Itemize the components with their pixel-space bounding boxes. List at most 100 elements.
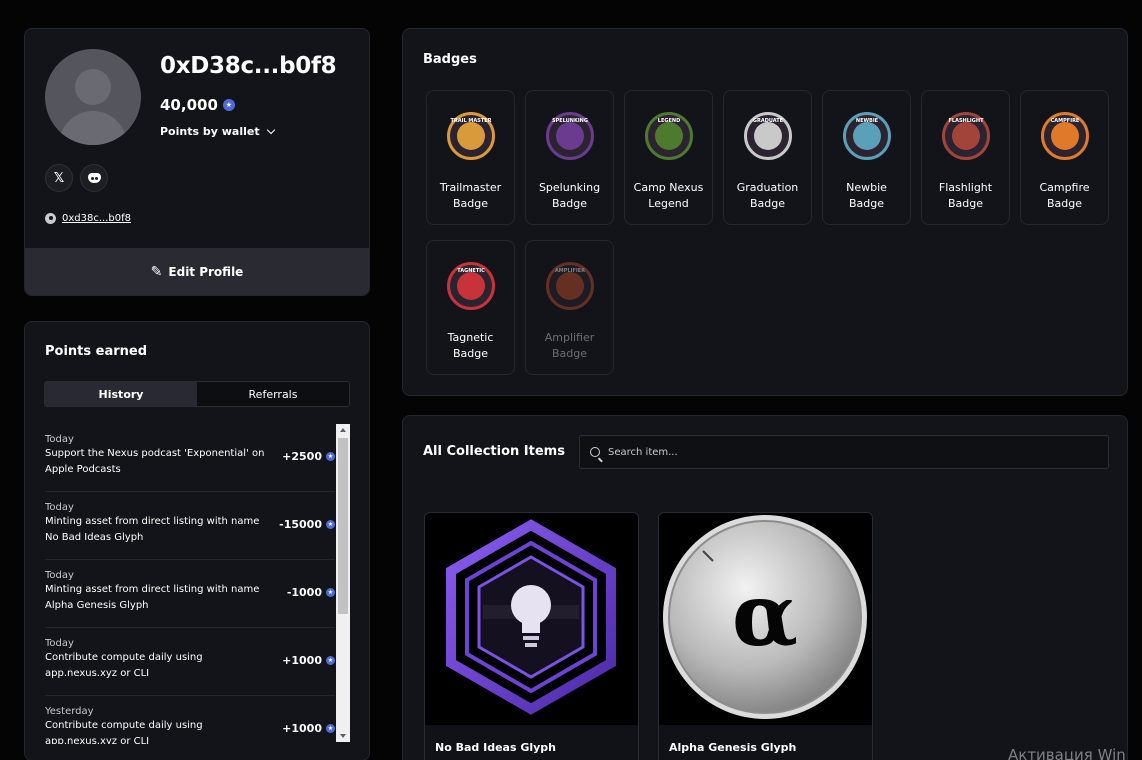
collection-item-alpha-genesis[interactable]: α Alpha Genesis Glyph bbox=[658, 512, 873, 760]
item-name: No Bad Ideas Glyph bbox=[435, 741, 557, 754]
badge-tile[interactable]: CAMPFIRE Campfire Badge bbox=[1020, 90, 1109, 225]
x-icon: 𝕏 bbox=[53, 170, 65, 186]
badge-tile[interactable]: FLASHLIGHT Flashlight Badge bbox=[921, 90, 1010, 225]
list-item: Today Support the Nexus podcast 'Exponen… bbox=[45, 424, 335, 492]
collection-search[interactable] bbox=[579, 435, 1109, 469]
list-item: Today Contribute compute daily using app… bbox=[45, 628, 335, 696]
wallet-address-link[interactable]: 0xd38c...b0f8 bbox=[45, 213, 131, 224]
list-item: Yesterday Contribute compute daily using… bbox=[45, 696, 335, 744]
lightbulb-hexagon-icon bbox=[446, 519, 616, 715]
collection-item-no-bad-ideas[interactable]: No Bad Ideas Glyph bbox=[424, 512, 639, 760]
badge-emblem-icon: TAGNETIC bbox=[447, 262, 495, 310]
star-icon: ★ bbox=[326, 656, 335, 665]
scroll-up-icon[interactable] bbox=[340, 428, 346, 432]
entry-date: Today bbox=[45, 434, 74, 445]
badge-ring-text: AMPLIFIER bbox=[554, 268, 586, 274]
badge-emblem-icon: AMPLIFIER bbox=[546, 262, 594, 310]
badge-label: Graduation Badge bbox=[736, 181, 799, 210]
badge-ring-text: TRAIL MASTER bbox=[450, 118, 492, 124]
alpha-coin-icon: α bbox=[663, 515, 867, 719]
points-by-wallet-label: Points by wallet bbox=[160, 125, 260, 138]
tab-referrals[interactable]: Referrals bbox=[197, 382, 349, 406]
no-bad-ideas-glyph-image bbox=[425, 513, 638, 725]
edit-profile-button[interactable]: ✎ Edit Profile bbox=[25, 248, 369, 295]
badge-tile[interactable]: SPELUNKING Spelunking Badge bbox=[525, 90, 614, 225]
badge-tile[interactable]: NEWBIE Newbie Badge bbox=[822, 90, 911, 225]
pencil-icon: ✎ bbox=[150, 264, 163, 280]
badge-label: Amplifier Badge bbox=[544, 331, 595, 360]
badge-label: Campfire Badge bbox=[1039, 181, 1090, 210]
points-earned-card: Points earned History Referrals Today Su… bbox=[24, 321, 370, 760]
star-icon: ★ bbox=[326, 724, 335, 733]
wallet-address-text: 0xd38c...b0f8 bbox=[62, 213, 131, 224]
points-history-list: Today Support the Nexus podcast 'Exponen… bbox=[45, 424, 335, 744]
entry-delta: +1000 ★ bbox=[282, 722, 335, 735]
points-star-icon: ★ bbox=[222, 99, 235, 111]
wallet-icon bbox=[45, 213, 56, 224]
scrollbar-thumb[interactable] bbox=[338, 438, 348, 614]
collection-card: All Collection Items Search item... No B… bbox=[402, 415, 1128, 760]
discord-icon bbox=[87, 173, 101, 183]
badges-title: Badges bbox=[423, 52, 477, 67]
entry-delta: +1000 ★ bbox=[282, 654, 335, 667]
entry-description: Minting asset from direct listing with n… bbox=[45, 584, 260, 611]
tab-history[interactable]: History bbox=[45, 382, 197, 406]
entry-description: Contribute compute daily using app.nexus… bbox=[45, 652, 203, 679]
entry-delta: -15000 ★ bbox=[279, 518, 335, 531]
badge-emblem-icon: CAMPFIRE bbox=[1041, 112, 1089, 160]
badge-tile[interactable]: TAGNETIC Tagnetic Badge bbox=[426, 240, 515, 375]
badge-tile[interactable]: AMPLIFIER Amplifier Badge bbox=[525, 240, 614, 375]
entry-delta-value: -1000 bbox=[286, 586, 322, 599]
entry-delta-value: +2500 bbox=[282, 450, 322, 463]
avatar bbox=[45, 49, 141, 145]
search-icon bbox=[590, 447, 600, 457]
badges-card: Badges TRAIL MASTER Trailmaster Badge SPELU… bbox=[402, 28, 1128, 396]
entry-date: Today bbox=[45, 570, 74, 581]
badge-ring-text: CAMPFIRE bbox=[1050, 118, 1080, 124]
collection-title: All Collection Items bbox=[423, 444, 565, 459]
entry-delta-value: +1000 bbox=[282, 654, 322, 667]
badge-emblem-icon: GRADUATE bbox=[744, 112, 792, 160]
badge-ring-text: FLASHLIGHT bbox=[948, 118, 984, 124]
badge-ring-text: LEGEND bbox=[657, 118, 681, 124]
star-icon: ★ bbox=[326, 588, 335, 597]
scroll-down-icon[interactable] bbox=[340, 734, 346, 738]
badge-tile[interactable]: GRADUATE Graduation Badge bbox=[723, 90, 812, 225]
badge-label: Newbie Badge bbox=[846, 181, 887, 210]
x-social-button[interactable]: 𝕏 bbox=[45, 164, 73, 192]
entry-delta-value: -15000 bbox=[279, 518, 322, 531]
badge-label: Trailmaster Badge bbox=[439, 181, 502, 210]
alpha-glyph-text: α bbox=[732, 565, 798, 666]
entry-delta: -1000 ★ bbox=[287, 586, 335, 599]
badge-emblem-icon: SPELUNKING bbox=[546, 112, 594, 160]
alpha-genesis-glyph-image: α bbox=[659, 513, 872, 725]
badge-emblem-icon: NEWBIE bbox=[843, 112, 891, 160]
badge-ring-text: SPELUNKING bbox=[552, 118, 588, 124]
edit-profile-label: Edit Profile bbox=[168, 265, 244, 279]
entry-delta: +2500 ★ bbox=[282, 450, 335, 463]
badge-label: Camp Nexus Legend bbox=[633, 181, 704, 210]
item-name: Alpha Genesis Glyph bbox=[669, 741, 797, 754]
profile-username: 0xD38c...b0f8 bbox=[160, 53, 337, 79]
list-item: Today Minting asset from direct listing … bbox=[45, 560, 335, 628]
entry-date: Yesterday bbox=[45, 706, 94, 717]
history-scrollbar[interactable] bbox=[336, 424, 350, 742]
entry-date: Today bbox=[45, 638, 74, 649]
windows-activation-watermark: Активация Win bbox=[1008, 746, 1126, 760]
entry-delta-value: +1000 bbox=[282, 722, 322, 735]
points-earned-title: Points earned bbox=[45, 344, 148, 359]
badge-emblem-icon: TRAIL MASTER bbox=[447, 112, 495, 160]
points-by-wallet-dropdown[interactable]: Points by wallet bbox=[160, 125, 275, 138]
badge-tile[interactable]: TRAIL MASTER Trailmaster Badge bbox=[426, 90, 515, 225]
points-total: 40,000 ★ bbox=[160, 96, 235, 114]
search-input[interactable] bbox=[608, 446, 1088, 458]
badge-ring-text: GRADUATE bbox=[752, 118, 784, 124]
chevron-down-icon bbox=[266, 125, 275, 135]
badge-tile[interactable]: LEGEND Camp Nexus Legend bbox=[624, 90, 713, 225]
discord-social-button[interactable] bbox=[80, 164, 108, 192]
badge-label: Spelunking Badge bbox=[538, 181, 601, 210]
badge-emblem-icon: FLASHLIGHT bbox=[942, 112, 990, 160]
list-item: Today Minting asset from direct listing … bbox=[45, 492, 335, 560]
star-icon: ★ bbox=[326, 520, 335, 529]
star-icon: ★ bbox=[326, 452, 335, 461]
